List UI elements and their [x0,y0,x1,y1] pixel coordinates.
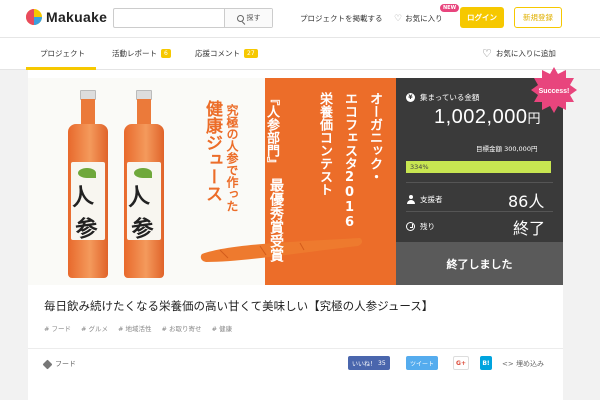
embed-label: 埋め込み [515,360,544,368]
success-badge-text: Success! [539,88,570,95]
remaining-label-row: 残り [406,221,435,232]
juice-bottle-left: 人参 [68,90,108,280]
clock-icon [406,222,415,231]
collected-amount: 1,002,000円 [434,106,541,129]
person-icon [406,195,415,204]
yen-icon: ¥ [406,93,415,102]
makuake-logo-icon [26,9,42,25]
tag-link[interactable]: # お取り寄せ [162,323,202,333]
hero-festival-line-2: エコフェスタ2016 [342,92,357,230]
remaining-value: 終了 [513,219,546,238]
tab-activity-report[interactable]: 活動レポート 6 [112,48,171,59]
hero-festival-line-3: 栄養価コンテスト [317,92,332,196]
collected-amount-unit: 円 [527,112,541,127]
tag-link[interactable]: # フード [44,323,71,333]
tab-project-label: プロジェクト [40,49,85,58]
favorites-label: お気に入り [405,14,443,23]
tag-link[interactable]: # 地域活性 [118,323,152,333]
code-icon: <> [502,360,514,368]
facebook-like-button[interactable]: いいね！ 35 [348,356,390,370]
supporters-count: 86人 [508,192,545,211]
hero-juice-title: 健康ジュース [202,100,222,202]
heart-outline-icon: ♡ [482,46,492,60]
makuake-logo[interactable]: Makuake [26,9,107,25]
project-tags: # フード # グルメ # 地域活性 # お取り寄せ # 健康 [44,323,232,333]
tweet-label: ツイート [410,360,435,368]
favorites-link[interactable]: ♡ お気に入り [394,13,443,24]
tab-activity-count: 6 [161,49,171,58]
goal-value: 300,000円 [504,145,538,153]
success-badge: Success! [531,67,577,113]
tab-support-comments-label: 応援コメント [195,49,240,58]
hatena-bookmark-button[interactable]: B! [480,356,492,370]
heart-icon: ♡ [394,13,403,24]
category-link[interactable]: フード [42,359,76,369]
new-badge: NEW [440,4,460,12]
divider [28,348,563,349]
collected-label: 集まっている金額 [420,93,480,102]
project-card: 人参 人参 健康ジュース 究極の人参で作った オーガニック・ エコフェスタ201… [28,67,577,400]
project-tabs: プロジェクト 活動レポート 6 応援コメント 27 ♡ お気に入りに追加 [0,38,600,70]
search-button-label: 探す [246,14,261,22]
funding-stats-panel: ¥ 集まっている金額 1,002,000円 目標金額 300,000円 334%… [396,67,577,285]
embed-link[interactable]: <> 埋め込み [502,359,544,369]
google-plus-button[interactable]: G+ [453,356,469,370]
hero-festival-line-1: オーガニック・ [367,92,382,183]
login-button[interactable]: ログイン [460,7,504,28]
search-box: 探す [113,8,273,28]
top-header: Makuake 探す プロジェクトを掲載する ♡ お気に入り NEW ログイン … [0,0,600,38]
remaining-label: 残り [420,222,435,231]
tweet-button[interactable]: ツイート [406,356,439,370]
project-ended-button[interactable]: 終了しました [396,242,563,285]
hero-award-column: 最優秀賞受賞 [268,178,284,262]
add-favorite-button[interactable]: ♡ お気に入りに追加 [482,48,556,59]
post-project-link[interactable]: プロジェクトを掲載する [300,13,383,24]
hero-festival-line-4: 『人参部門』 [264,92,279,170]
search-input[interactable] [114,9,224,27]
supporters-label-row: 支援者 [406,194,443,205]
hero-juice-subtitle: 究極の人参で作った [225,104,239,212]
search-button[interactable]: 探す [224,9,272,27]
tab-support-comments[interactable]: 応援コメント 27 [195,48,258,59]
category-label: フード [55,360,76,368]
funding-progress-bar: 334% [406,161,551,173]
tag-link[interactable]: # グルメ [81,323,108,333]
tab-comments-count: 27 [244,49,258,58]
facebook-like-count: 35 [378,359,386,367]
juice-bottle-right: 人参 [124,90,164,280]
supporters-label: 支援者 [420,195,443,204]
goal-amount: 目標金額 300,000円 [476,143,537,153]
logo-text: Makuake [46,9,108,25]
goal-label: 目標金額 [476,145,502,153]
search-icon [236,14,244,22]
facebook-like-label: いいね！ [352,360,377,368]
project-title: 毎日飲み続けたくなる栄養価の高い甘くて美味しい【究極の人参ジュース】 [44,299,434,313]
project-hero-image[interactable]: 人参 人参 健康ジュース 究極の人参で作った オーガニック・ エコフェスタ201… [28,78,396,285]
collected-amount-value: 1,002,000 [434,106,528,128]
tag-link[interactable]: # 健康 [212,323,233,333]
tab-activity-report-label: 活動レポート [112,49,157,58]
tab-project[interactable]: プロジェクト [40,48,85,59]
tag-icon [42,359,53,369]
collected-label-row: ¥ 集まっている金額 [406,92,479,103]
progress-label: 334% [410,163,429,171]
add-favorite-label: お気に入りに追加 [495,49,556,58]
signup-button[interactable]: 新規登録 [514,7,562,28]
